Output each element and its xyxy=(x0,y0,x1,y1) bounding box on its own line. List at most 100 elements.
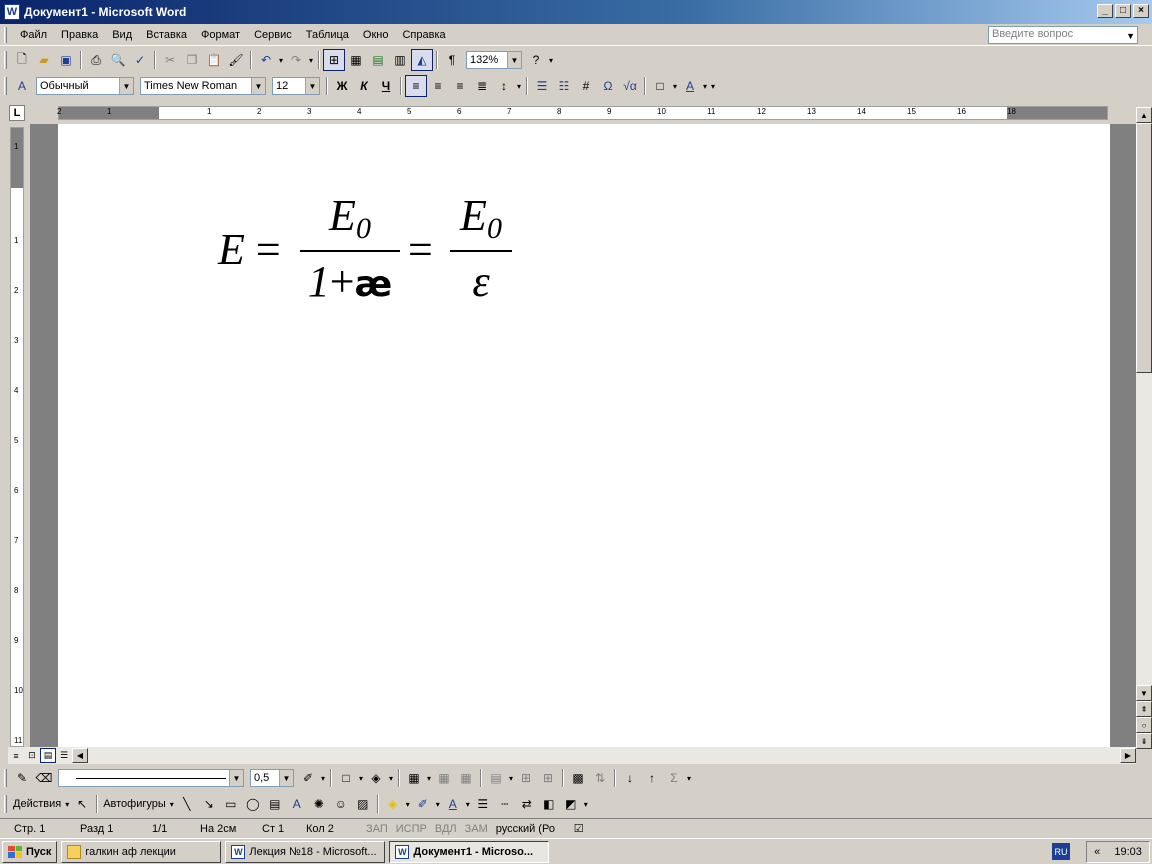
line-style-select[interactable]: ▼ xyxy=(58,769,244,787)
chevron-down-icon[interactable]: ▾ xyxy=(701,82,709,91)
help-icon[interactable]: ? xyxy=(525,49,547,71)
print-preview-icon[interactable]: 🔍 xyxy=(107,49,129,71)
style-select[interactable]: Обычный ▼ xyxy=(36,77,134,95)
toolbar-grip[interactable] xyxy=(4,769,7,787)
distribute-columns-icon[interactable]: ⊞ xyxy=(537,767,559,789)
print-icon[interactable]: ⎙ xyxy=(85,49,107,71)
draw-table-pencil-icon[interactable]: ✎ xyxy=(11,767,33,789)
taskbar-item-lecture[interactable]: W Лекция №18 - Microsoft... xyxy=(225,840,386,863)
3d-style-icon[interactable]: ◩ xyxy=(560,793,582,815)
underline-button[interactable]: Ч xyxy=(375,75,397,97)
insert-table-icon[interactable]: ▦ xyxy=(403,767,425,789)
align-top-left-icon[interactable]: ▤ xyxy=(485,767,507,789)
sort-descending-icon[interactable]: ↑ xyxy=(641,767,663,789)
wordart-icon[interactable]: A xyxy=(286,793,308,815)
menu-file[interactable]: Файл xyxy=(13,29,54,41)
start-button[interactable]: Пуск xyxy=(2,840,58,863)
menu-insert[interactable]: Вставка xyxy=(139,29,194,41)
open-folder-icon[interactable]: ▰ xyxy=(33,49,55,71)
chevron-down-icon[interactable]: ▼ xyxy=(119,78,133,94)
omega-symbol-icon[interactable]: Ω xyxy=(597,75,619,97)
chevron-down-icon[interactable]: ▾ xyxy=(63,800,71,809)
toolbar-options-icon[interactable]: ▾ xyxy=(547,56,555,65)
text-box-icon[interactable]: ▤ xyxy=(264,793,286,815)
border-color-icon[interactable]: ✐ xyxy=(297,767,319,789)
scroll-thumb[interactable] xyxy=(1136,123,1152,373)
format-painter-icon[interactable]: 🖌 xyxy=(225,49,247,71)
text-direction-icon[interactable]: ⇅ xyxy=(589,767,611,789)
insert-field-icon[interactable]: # xyxy=(575,75,597,97)
paste-icon[interactable]: 📋 xyxy=(203,49,225,71)
eraser-icon[interactable]: ⌫ xyxy=(33,767,55,789)
chevron-down-icon[interactable]: ▼ xyxy=(279,770,293,786)
chevron-down-icon[interactable]: ▾ xyxy=(434,800,442,809)
line-spacing-icon[interactable]: ↕ xyxy=(493,75,515,97)
select-browse-object-icon[interactable]: ○ xyxy=(1136,717,1152,733)
select-objects-icon[interactable]: ↖ xyxy=(71,793,93,815)
line-style-icon[interactable]: ☰ xyxy=(472,793,494,815)
insert-picture-icon[interactable]: ▨ xyxy=(352,793,374,815)
cut-icon[interactable]: ✂ xyxy=(159,49,181,71)
chevron-down-icon[interactable]: ▼ xyxy=(507,52,521,68)
clip-art-icon[interactable]: ☺ xyxy=(330,793,352,815)
save-icon[interactable]: ▣ xyxy=(55,49,77,71)
bold-button[interactable]: Ж xyxy=(331,75,353,97)
font-color-icon[interactable]: A xyxy=(679,75,701,97)
autosum-icon[interactable]: Σ xyxy=(663,767,685,789)
toolbar-options-icon[interactable]: ▾ xyxy=(582,800,590,809)
redo-icon[interactable]: ↷ xyxy=(285,49,307,71)
toolbar-options-icon[interactable]: ▾ xyxy=(709,82,717,91)
toolbar-grip[interactable] xyxy=(4,51,7,69)
chevron-down-icon[interactable]: ▾ xyxy=(671,82,679,91)
chevron-down-icon[interactable]: ▾ xyxy=(168,800,176,809)
document-page[interactable]: E = E0 1+æ = E0 ε xyxy=(58,124,1110,747)
chevron-down-icon[interactable]: ▾ xyxy=(307,56,315,65)
shadow-style-icon[interactable]: ◧ xyxy=(538,793,560,815)
word-icon[interactable]: W xyxy=(4,4,20,20)
scroll-left-button[interactable]: ◀ xyxy=(72,748,88,763)
web-view-icon[interactable]: ⊡ xyxy=(24,748,40,763)
chevron-down-icon[interactable]: ▾ xyxy=(357,774,365,783)
previous-page-icon[interactable]: ⇞ xyxy=(1136,701,1152,717)
language-indicator[interactable]: RU xyxy=(1052,843,1070,860)
tables-borders-icon[interactable]: ⊞ xyxy=(323,49,345,71)
toolbar-grip[interactable] xyxy=(4,77,7,95)
menu-edit[interactable]: Правка xyxy=(54,29,105,41)
normal-view-icon[interactable]: ≡ xyxy=(8,748,24,763)
chevron-down-icon[interactable]: ▾ xyxy=(387,774,395,783)
chevron-down-icon[interactable]: ▼ xyxy=(251,78,265,94)
line-icon[interactable]: ╲ xyxy=(176,793,198,815)
status-track-changes[interactable]: ИСПР xyxy=(392,823,431,835)
arrow-icon[interactable]: ↘ xyxy=(198,793,220,815)
horizontal-ruler[interactable]: 2 1 1 2 3 4 5 6 7 8 9 10 11 12 13 14 15 16 18 xyxy=(57,106,1108,120)
status-extend[interactable]: ВДЛ xyxy=(431,823,461,835)
outside-border-icon[interactable]: □ xyxy=(335,767,357,789)
equation-icon[interactable]: √α xyxy=(619,75,641,97)
clock[interactable]: 19:03 xyxy=(1114,846,1142,858)
spelling-icon[interactable]: ✓ xyxy=(129,49,151,71)
chevron-down-icon[interactable]: ▾ xyxy=(277,56,285,65)
font-size-select[interactable]: 12 ▼ xyxy=(272,77,320,95)
font-select[interactable]: Times New Roman ▼ xyxy=(140,77,266,95)
justify-icon[interactable]: ≣ xyxy=(471,75,493,97)
taskbar-item-folder[interactable]: галкин аф лекции xyxy=(61,840,222,863)
merge-cells-icon[interactable]: ▦ xyxy=(433,767,455,789)
chevron-down-icon[interactable]: ▾ xyxy=(319,774,327,783)
copy-icon[interactable]: ❐ xyxy=(181,49,203,71)
horizontal-scrollbar[interactable]: ≡ ⊡ ▤ ☰ ◀ ▶ xyxy=(8,747,1136,764)
tray-expand-icon[interactable]: « xyxy=(1094,846,1100,858)
menu-tools[interactable]: Сервис xyxy=(247,29,299,41)
menu-format[interactable]: Формат xyxy=(194,29,247,41)
fill-color-icon[interactable]: ◈ xyxy=(382,793,404,815)
vertical-scrollbar[interactable]: ▲ ▼ ⇞ ○ ⇟ xyxy=(1136,107,1152,749)
table-autoformat-icon[interactable]: ▩ xyxy=(567,767,589,789)
menu-table[interactable]: Таблица xyxy=(299,29,356,41)
align-right-icon[interactable]: ≡ xyxy=(449,75,471,97)
line-weight-select[interactable]: 0,5 ▼ xyxy=(250,769,294,787)
line-color-icon[interactable]: ✐ xyxy=(412,793,434,815)
menu-view[interactable]: Вид xyxy=(105,29,139,41)
actions-menu[interactable]: Действия xyxy=(11,798,63,810)
chevron-down-icon[interactable]: ▾ xyxy=(507,774,515,783)
dash-style-icon[interactable]: ┄ xyxy=(494,793,516,815)
minimize-button[interactable]: _ xyxy=(1097,4,1113,18)
